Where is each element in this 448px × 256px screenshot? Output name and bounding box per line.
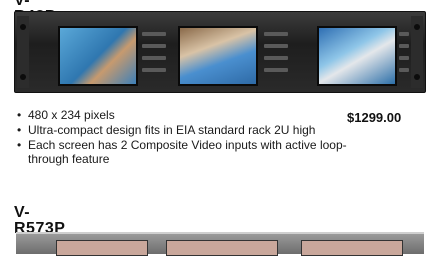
mount-hole bbox=[20, 24, 26, 30]
bullet-icon: • bbox=[17, 138, 22, 152]
rack-ear-right bbox=[411, 16, 423, 88]
monitor-controls-1 bbox=[138, 26, 170, 82]
feature-item: • 480 x 234 pixels bbox=[17, 108, 115, 122]
rack-monitor-image bbox=[14, 11, 426, 93]
bullet-icon: • bbox=[17, 123, 22, 137]
rack-ear-left bbox=[17, 16, 29, 88]
monitor-screen-1 bbox=[58, 26, 138, 86]
mount-hole bbox=[414, 74, 420, 80]
monitor-screen bbox=[301, 240, 403, 256]
monitor-screen-2 bbox=[178, 26, 258, 86]
feature-item: • Each screen has 2 Composite Video input… bbox=[17, 138, 347, 166]
monitor-screen bbox=[166, 240, 278, 256]
feature-item: • Ultra-compact design fits in EIA standa… bbox=[17, 123, 316, 137]
product-price: $1299.00 bbox=[347, 110, 402, 125]
monitor-screen-3 bbox=[317, 26, 397, 86]
mount-hole bbox=[414, 24, 420, 30]
monitor-controls-3 bbox=[397, 26, 411, 82]
feature-list: • 480 x 234 pixels • Ultra-compact design … bbox=[17, 108, 347, 167]
monitor-screen bbox=[56, 240, 148, 256]
bullet-icon: • bbox=[17, 108, 22, 122]
monitor-controls-2 bbox=[260, 26, 292, 82]
rack-monitor-image-partial bbox=[16, 232, 424, 256]
mount-hole bbox=[20, 74, 26, 80]
